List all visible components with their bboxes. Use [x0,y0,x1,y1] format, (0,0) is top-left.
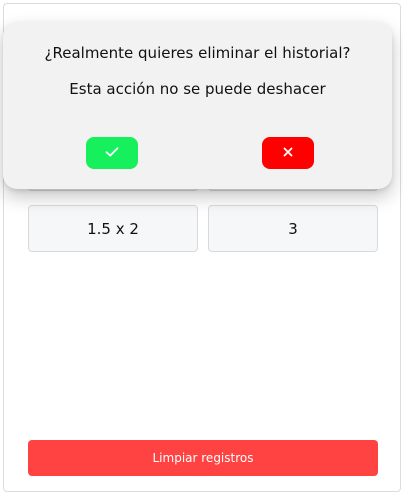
history-expression-cell[interactable]: 1.5 x 2 [28,205,198,252]
confirm-button[interactable] [86,137,138,169]
check-icon [105,146,119,161]
cancel-button[interactable] [262,137,314,169]
history-row: 1.5 x 2 3 [28,205,378,252]
dialog-message: Esta acción no se puede deshacer [69,80,326,98]
clear-history-button[interactable]: Limpiar registros [28,440,378,476]
dialog-title: ¿Realmente quieres eliminar el historial… [44,44,351,62]
history-result-cell[interactable]: 3 [208,205,378,252]
close-icon [282,146,294,161]
confirm-delete-dialog: ¿Realmente quieres eliminar el historial… [3,22,392,189]
